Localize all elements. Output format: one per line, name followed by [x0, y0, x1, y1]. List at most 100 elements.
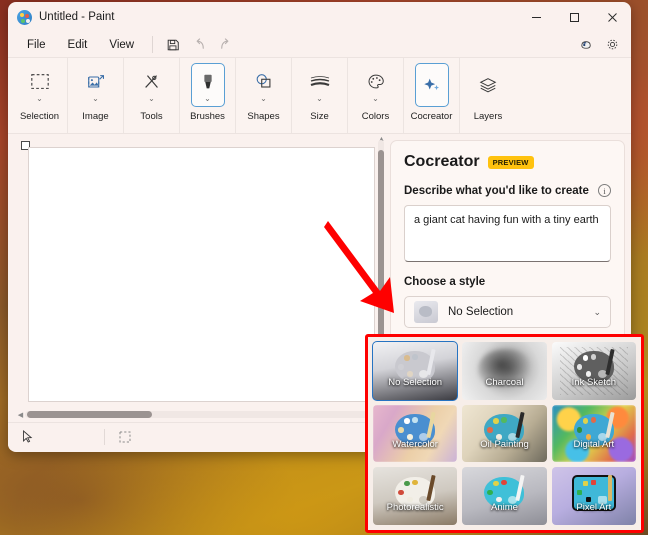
style-tile-photorealistic[interactable]: Photorealistic	[373, 467, 458, 525]
cocreator-button[interactable]	[414, 63, 449, 107]
ribbon-group-image[interactable]: ⌄ Image	[68, 58, 124, 133]
style-grid: No Selection Charcoal Ink Sketch Waterco…	[371, 341, 636, 525]
redo-icon[interactable]	[212, 34, 238, 55]
window-title: Untitled - Paint	[39, 11, 115, 23]
horizontal-scrollbar[interactable]: ◀	[16, 409, 373, 420]
v-scroll-thumb[interactable]	[378, 150, 384, 365]
info-icon[interactable]: i	[598, 184, 611, 197]
style-tile-label: Digital Art	[573, 439, 615, 451]
scroll-left-icon[interactable]: ◀	[16, 411, 25, 419]
maximize-button[interactable]	[555, 2, 593, 32]
brushes-button[interactable]: ⌄	[190, 63, 225, 107]
menu-edit[interactable]: Edit	[57, 36, 99, 54]
chevron-down-icon: ⌄	[92, 93, 99, 103]
ribbon-group-tools[interactable]: ⌄ Tools	[124, 58, 180, 133]
window-controls	[517, 2, 631, 32]
sparkle-icon	[422, 72, 442, 98]
pencil-tools-icon	[142, 69, 162, 95]
ribbon-group-selection[interactable]: ⌄ Selection	[12, 58, 68, 133]
menu-file[interactable]: File	[16, 36, 57, 54]
style-tile-label: Ink Sketch	[571, 376, 616, 388]
close-button[interactable]	[593, 2, 631, 32]
ribbon-label-cocreator: Cocreator	[410, 111, 453, 122]
size-button[interactable]: ⌄	[303, 63, 337, 107]
drawing-canvas[interactable]	[28, 147, 375, 402]
layers-icon	[478, 72, 498, 98]
h-scroll-track[interactable]	[25, 411, 373, 418]
style-tile-no-selection[interactable]: No Selection	[371, 341, 459, 401]
style-selected-value: No Selection	[448, 306, 514, 318]
style-tile-charcoal[interactable]: Charcoal	[462, 342, 547, 400]
style-tile-oil-painting[interactable]: Oil Painting	[462, 404, 547, 463]
shapes-button[interactable]: ⌄	[247, 63, 281, 107]
style-tile-label: Pixel Art	[576, 502, 612, 513]
describe-label: Describe what you'd like to create	[404, 184, 589, 197]
prompt-input[interactable]: a giant cat having fun with a tiny earth	[404, 205, 611, 262]
image-button[interactable]: ⌄	[79, 63, 113, 107]
style-tile-label: Watercolor	[392, 439, 438, 451]
tools-button[interactable]: ⌄	[135, 63, 169, 107]
ribbon-label-size: Size	[310, 111, 329, 122]
ribbon-group-size[interactable]: ⌄ Size	[292, 58, 348, 133]
undo-icon[interactable]	[186, 34, 212, 55]
ribbon-group-layers[interactable]: Layers	[460, 58, 516, 133]
ribbon-group-brushes[interactable]: ⌄ Brushes	[180, 58, 236, 133]
ribbon-group-cocreator[interactable]: Cocreator	[404, 58, 460, 133]
chevron-down-icon: ⌄	[148, 93, 155, 103]
preview-badge: PREVIEW	[487, 155, 534, 169]
style-tile-label: Charcoal	[485, 376, 524, 388]
status-selection-size	[105, 427, 201, 447]
ribbon-label-selection: Selection	[19, 111, 60, 122]
style-tile-pixel-art[interactable]: Pixel Art	[551, 467, 636, 525]
ribbon-group-colors[interactable]: ⌄ Colors	[348, 58, 404, 133]
ribbon-label-colors: Colors	[361, 111, 390, 122]
style-dropdown[interactable]: No Selection ⌄	[404, 296, 611, 328]
canvas-pane: ◀	[8, 133, 375, 450]
status-cursor	[8, 427, 104, 447]
menu-view[interactable]: View	[98, 36, 145, 54]
copilot-icon[interactable]	[573, 32, 599, 57]
style-tile-ink-sketch[interactable]: Ink Sketch	[551, 342, 636, 400]
ribbon-toolbar: ⌄ Selection ⌄ Image ⌄ Tools ⌄ Brushes ⌄ …	[8, 57, 631, 133]
style-tile-label: No Selection	[388, 376, 443, 388]
ribbon-label-brushes: Brushes	[190, 111, 225, 122]
chevron-down-icon: ⌄	[204, 93, 211, 103]
cocreator-header: Cocreator PREVIEW	[404, 153, 611, 171]
style-thumbnail	[414, 301, 438, 323]
shapes-icon	[254, 69, 274, 95]
ribbon-group-shapes[interactable]: ⌄ Shapes	[236, 58, 292, 133]
chevron-down-icon: ⌄	[260, 93, 267, 103]
paint-palette-icon	[17, 9, 32, 25]
ribbon-label-tools: Tools	[140, 111, 163, 122]
choose-style-label: Choose a style	[404, 276, 486, 288]
status-bar	[8, 422, 375, 450]
h-scroll-thumb[interactable]	[27, 411, 152, 418]
style-tile-label: Oil Painting	[480, 439, 529, 451]
ribbon-label-layers: Layers	[473, 111, 503, 122]
image-crop-icon	[86, 69, 106, 95]
style-tile-digital-art[interactable]: Digital Art	[551, 404, 636, 463]
menu-divider	[152, 36, 154, 53]
describe-row: Describe what you'd like to create i	[404, 184, 611, 197]
selection-button[interactable]: ⌄	[23, 63, 57, 107]
settings-gear-icon[interactable]	[599, 32, 625, 57]
selection-rectangle-icon	[30, 69, 50, 95]
minimize-button[interactable]	[517, 2, 555, 32]
style-grid-callout: No Selection Charcoal Ink Sketch Waterco…	[365, 334, 644, 533]
colors-button[interactable]: ⌄	[359, 63, 393, 107]
layers-button[interactable]	[471, 63, 505, 107]
ribbon-label-image: Image	[82, 111, 109, 122]
style-tile-anime[interactable]: Anime	[462, 467, 547, 525]
menu-bar-right	[573, 32, 625, 57]
ribbon-label-shapes: Shapes	[247, 111, 280, 122]
title-bar: Untitled - Paint	[8, 2, 631, 32]
style-tile-label: Photorealistic	[386, 502, 444, 513]
color-palette-icon	[366, 69, 386, 95]
chevron-down-icon: ⌄	[316, 93, 323, 103]
style-tile-label: Anime	[491, 502, 518, 513]
brush-icon	[199, 69, 217, 95]
style-tile-watercolor[interactable]: Watercolor	[373, 404, 458, 463]
chevron-down-icon[interactable]: ⌄	[593, 307, 601, 318]
chevron-down-icon: ⌄	[372, 93, 379, 103]
save-icon[interactable]	[160, 34, 186, 55]
